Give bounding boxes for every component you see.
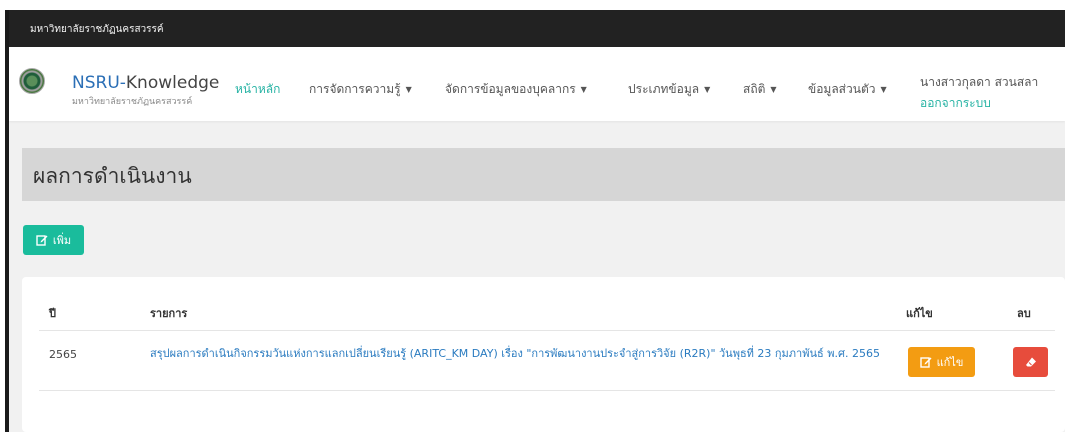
table-row: 2565 สรุปผลการดำเนินกิจกรรมวันแห่งการแลก… xyxy=(39,330,1055,391)
header-edit: แก้ไข xyxy=(906,307,933,320)
page-title: ผลการดำเนินงาน xyxy=(33,164,192,188)
header-list: รายการ xyxy=(150,307,188,320)
results-panel: ปี รายการ แก้ไข ลบ 2565 สรุปผลการดำเนินก… xyxy=(22,277,1065,432)
nav-home[interactable]: หน้าหลัก xyxy=(235,80,280,99)
brand-suffix: Knowledge xyxy=(125,73,220,93)
navbar: NSRU-Knowledge มหาวิทยาลัยราชภัฏนครสวรรค… xyxy=(9,47,1065,121)
nav-data-types[interactable]: ประเภทข้อมูล ▼ xyxy=(628,80,710,99)
caret-down-icon: ▼ xyxy=(880,85,887,94)
caret-down-icon: ▼ xyxy=(704,85,711,94)
nav-knowledge-management[interactable]: การจัดการความรู้ ▼ xyxy=(309,80,412,99)
university-logo-icon[interactable] xyxy=(19,68,45,94)
add-button-label: เพิ่ม xyxy=(52,234,72,247)
app-window: มหาวิทยาลัยราชภัฏนครสวรรค์ NSRU-Knowledg… xyxy=(9,10,1065,432)
edit-square-icon xyxy=(36,235,48,246)
nav-personnel-data[interactable]: จัดการข้อมูลของบุคลากร ▼ xyxy=(445,80,587,99)
logout-link[interactable]: ออกจากระบบ xyxy=(920,94,991,113)
brand-prefix: NSRU- xyxy=(72,73,126,93)
page-header: ผลการดำเนินงาน xyxy=(22,148,1065,201)
edit-button[interactable]: แก้ไข xyxy=(908,347,975,377)
university-label: มหาวิทยาลัยราชภัฏนครสวรรค์ xyxy=(30,24,164,35)
delete-button[interactable] xyxy=(1013,347,1048,377)
row-year: 2565 xyxy=(49,348,77,361)
brand-subtitle: มหาวิทยาลัยราชภัฏนครสวรรค์ xyxy=(72,97,193,107)
eraser-icon xyxy=(1025,357,1036,367)
edit-square-icon xyxy=(919,357,932,368)
add-button[interactable]: เพิ่ม xyxy=(23,225,84,255)
caret-down-icon: ▼ xyxy=(405,85,412,94)
top-bar: มหาวิทยาลัยราชภัฏนครสวรรค์ xyxy=(9,10,1065,47)
header-year: ปี xyxy=(49,307,56,320)
header-delete: ลบ xyxy=(1017,307,1031,320)
edit-button-label: แก้ไข xyxy=(936,356,964,369)
table-header-row: ปี รายการ แก้ไข ลบ xyxy=(39,290,1055,331)
brand-title[interactable]: NSRU-Knowledge xyxy=(72,73,219,93)
nav-statistics[interactable]: สถิติ ▼ xyxy=(743,80,777,99)
nav-profile[interactable]: ข้อมูลส่วนตัว ▼ xyxy=(808,80,887,99)
caret-down-icon: ▼ xyxy=(770,85,777,94)
caret-down-icon: ▼ xyxy=(580,85,587,94)
user-name[interactable]: นางสาวกุลดา สวนสลา xyxy=(920,73,1038,92)
row-title-link[interactable]: สรุปผลการดำเนินกิจกรรมวันแห่งการแลกเปลี่… xyxy=(150,344,880,363)
